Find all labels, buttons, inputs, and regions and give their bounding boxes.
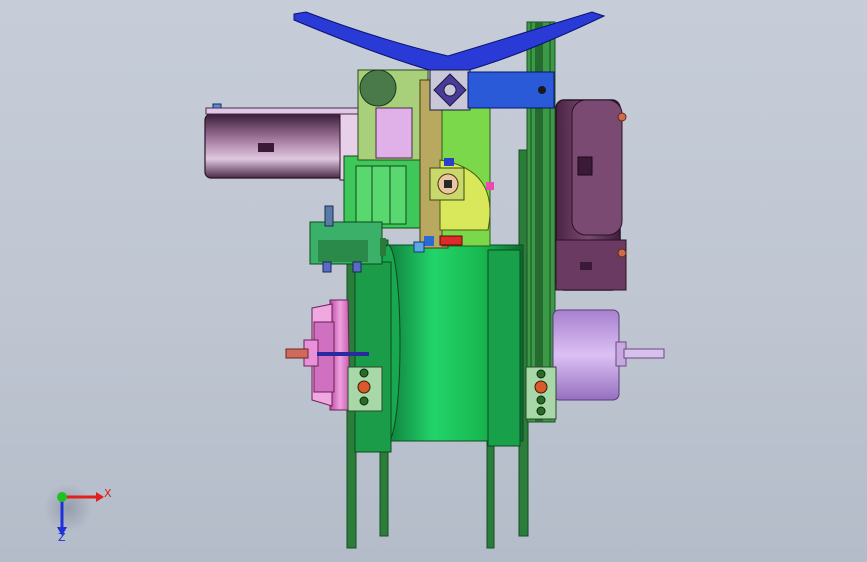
x-axis-arrow	[96, 492, 104, 502]
right-lavender-motor	[552, 309, 665, 401]
right-purple-gearbox	[555, 99, 627, 291]
z-axis-label: Z	[58, 531, 66, 544]
blue-handle	[293, 11, 606, 111]
assembly-model[interactable]	[0, 0, 867, 562]
triad-shadow	[44, 484, 92, 532]
cable-drum	[354, 244, 524, 453]
bearing-block-left	[347, 366, 383, 412]
x-axis-label: X	[104, 487, 112, 500]
bearing-block-right	[525, 366, 557, 420]
y-axis-origin	[57, 492, 67, 502]
cad-viewport[interactable]: X Z	[0, 0, 867, 562]
